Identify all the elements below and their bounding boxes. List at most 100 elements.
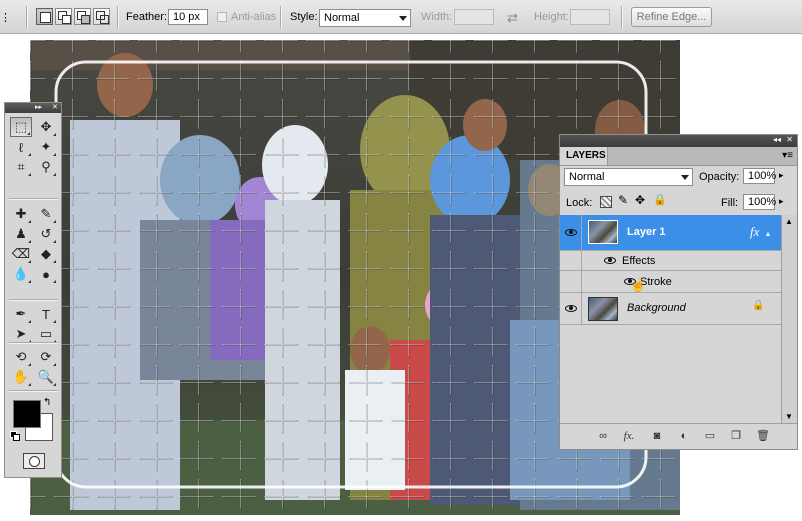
zoom-tool[interactable]: 🔍: [35, 367, 57, 387]
opacity-input[interactable]: 100%: [743, 168, 776, 184]
expand-effects-icon[interactable]: ▴: [766, 229, 770, 238]
dodge-tool[interactable]: ●: [35, 264, 57, 284]
new-selection-button[interactable]: [36, 8, 53, 25]
height-input[interactable]: [570, 9, 610, 25]
lock-image-icon[interactable]: ✎: [618, 193, 628, 207]
crop-tool[interactable]: ⌗: [10, 157, 32, 177]
tool-preset-picker[interactable]: ⋮: [0, 11, 11, 24]
effects-label: Effects: [622, 255, 656, 267]
antialias-label: Anti-alias: [231, 11, 277, 23]
intersect-selection-button[interactable]: [93, 8, 110, 25]
style-select-value: Normal: [324, 12, 360, 24]
collapse-icon[interactable]: ▸▸: [35, 103, 42, 111]
separator: [9, 342, 58, 344]
visibility-toggle[interactable]: [560, 293, 582, 324]
panel-menu-icon[interactable]: ▾≡: [782, 150, 793, 161]
hand-cursor-icon: ☝: [630, 277, 647, 292]
lock-label: Lock:: [566, 197, 593, 209]
lock-all-icon[interactable]: 🔒: [653, 193, 667, 206]
separator: [117, 6, 119, 28]
link-icon[interactable]: ∞: [596, 430, 610, 443]
paint-bucket-tool[interactable]: ◆: [35, 244, 57, 264]
blur-tool[interactable]: 💧: [10, 264, 32, 284]
magic-wand-tool[interactable]: ✦: [35, 137, 57, 157]
default-colors-icon[interactable]: [10, 431, 20, 441]
options-bar: ⋮ Feather: 10 px Anti-alias Style: Norma…: [0, 0, 802, 34]
lock-transparency-icon[interactable]: [600, 196, 612, 208]
separator: [280, 6, 282, 28]
3d-rotate-tool[interactable]: ⟲: [10, 347, 32, 367]
new-layer-icon[interactable]: ❐: [729, 430, 743, 443]
layer-name[interactable]: Layer 1: [627, 226, 666, 238]
eyedropper-tool[interactable]: ⚲: [35, 157, 57, 177]
close-icon[interactable]: ✕: [786, 135, 793, 144]
subtract-from-selection-button[interactable]: [74, 8, 91, 25]
3d-orbit-tool[interactable]: ⟳: [35, 347, 57, 367]
chevron-down-icon: [399, 16, 407, 21]
tab-layers[interactable]: LAYERS: [560, 147, 608, 165]
scroll-down-arrow[interactable]: ▼: [785, 412, 793, 421]
fill-input[interactable]: 100%: [743, 194, 776, 210]
path-selection-tool[interactable]: ➤: [10, 324, 32, 344]
opacity-arrow-icon[interactable]: ▸: [779, 170, 784, 181]
visibility-toggle-empty[interactable]: [560, 251, 582, 270]
swap-width-height-icon[interactable]: ⇄: [507, 10, 518, 26]
style-select[interactable]: Normal: [319, 9, 411, 27]
lock-icon: 🔒: [752, 300, 765, 311]
layer-row-layer-1[interactable]: Layer 1 fx ▴: [560, 215, 781, 251]
close-icon[interactable]: ✕: [52, 103, 58, 111]
pen-tool[interactable]: ✒: [10, 304, 32, 324]
lock-position-icon[interactable]: ✥: [635, 193, 645, 207]
foreground-color-swatch[interactable]: [13, 400, 41, 428]
tab-bar: LAYERS ▾≡: [560, 147, 797, 166]
clone-stamp-tool[interactable]: ♟: [10, 224, 32, 244]
hand-tool[interactable]: ✋: [10, 367, 32, 387]
group-icon[interactable]: ▭: [703, 430, 717, 443]
chevron-down-icon: [681, 175, 689, 180]
fill-label: Fill:: [721, 197, 739, 209]
fx-icon[interactable]: fx.: [622, 430, 636, 443]
refine-edge-button[interactable]: Refine Edge...: [631, 7, 712, 27]
brush-tool[interactable]: ✎: [35, 204, 57, 224]
style-label: Style:: [290, 11, 318, 23]
separator: [9, 390, 58, 392]
visibility-toggle[interactable]: [560, 215, 582, 250]
rectangle-shape-tool[interactable]: ▭: [35, 324, 57, 344]
width-label: Width:: [421, 11, 453, 23]
eraser-tool[interactable]: ⌫: [10, 244, 32, 264]
tools-palette: ▸▸ ✕ ⬚ ✥ ℓ ✦ ⌗ ⚲ ✚ ✎ ♟ ↺ ⌫ ◆ 💧 ● ✒ T ➤ ▭ ⟲ ⟳ ✋ 🔍 ↰: [4, 102, 62, 478]
layers-panel: ◂◂ ✕ LAYERS ▾≡ Normal Opacity: 100% ▸ Lo…: [559, 134, 798, 450]
separator: [9, 198, 58, 200]
layer-name[interactable]: Background: [627, 302, 686, 314]
healing-brush-tool[interactable]: ✚: [10, 204, 32, 224]
width-input[interactable]: [454, 9, 494, 25]
opacity-label: Opacity:: [699, 171, 740, 183]
eye-icon[interactable]: [604, 257, 616, 264]
history-brush-tool[interactable]: ↺: [35, 224, 57, 244]
collapse-icon[interactable]: ◂◂: [773, 135, 781, 144]
fx-icon[interactable]: fx: [750, 224, 759, 240]
visibility-toggle-empty[interactable]: [560, 271, 582, 292]
blend-mode-select[interactable]: Normal: [564, 168, 693, 186]
layer-row-stroke[interactable]: Stroke ☝: [560, 271, 781, 293]
mask-icon[interactable]: ◙: [650, 430, 664, 443]
add-to-selection-button[interactable]: [55, 8, 72, 25]
separator: [9, 299, 58, 301]
fill-arrow-icon[interactable]: ▸: [779, 196, 784, 207]
adjustment-icon[interactable]: ◐: [677, 430, 691, 443]
scroll-up-arrow[interactable]: ▲: [785, 217, 793, 226]
quick-mask-button[interactable]: [23, 453, 45, 469]
layer-row-effects[interactable]: Effects: [560, 251, 781, 271]
swap-colors-icon[interactable]: ↰: [43, 397, 51, 408]
feather-input[interactable]: 10 px: [168, 9, 208, 25]
layers-panel-header[interactable]: ◂◂ ✕: [560, 135, 797, 147]
delete-icon[interactable]: 🗑: [756, 430, 770, 443]
antialias-checkbox[interactable]: [217, 12, 227, 22]
move-tool[interactable]: ✥: [35, 117, 57, 137]
rectangular-marquee-tool[interactable]: ⬚: [10, 117, 32, 137]
layers-scrollbar[interactable]: ▲ ▼: [781, 215, 797, 423]
tools-palette-header[interactable]: ▸▸ ✕: [5, 103, 61, 113]
type-tool[interactable]: T: [35, 304, 57, 324]
layer-row-background[interactable]: Background 🔒: [560, 293, 781, 325]
lasso-tool[interactable]: ℓ: [10, 137, 32, 157]
